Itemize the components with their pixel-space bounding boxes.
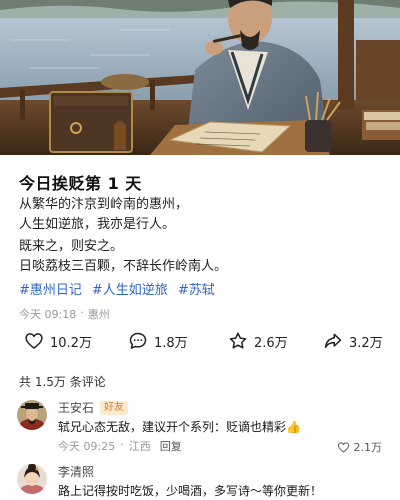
hashtag-link[interactable]: #苏轼 (178, 279, 215, 298)
comment-button[interactable]: 1.8万 (128, 331, 188, 351)
comment-like-count: 2.1万 (353, 441, 383, 454)
post-line: 从繁华的汴京到岭南的惠州， (19, 197, 189, 212)
hashtag-list: #惠州日记 #人生如逆旅 #苏轼 (19, 279, 215, 298)
comment-location: 江西 (128, 440, 151, 453)
avatar[interactable] (17, 464, 47, 494)
post-title: 今日挨贬第 1 天 (19, 174, 142, 193)
post-image[interactable] (0, 0, 400, 155)
comment-text: 轼兄心态无敌，建议开个系列：贬谪也精彩👍 (58, 420, 301, 434)
post-line: 日啖荔枝三百颗，不辞长作岭南人。 (19, 259, 228, 274)
avatar[interactable] (17, 400, 47, 430)
favorite-count: 2.6万 (254, 335, 288, 351)
post-paragraph-1: 从繁华的汴京到岭南的惠州， 人生如逆旅，我亦是行人。 (19, 195, 188, 235)
share-count: 3.2万 (349, 335, 383, 351)
post-location: 惠州 (87, 308, 110, 321)
favorite-button[interactable]: 2.6万 (228, 331, 288, 351)
comment-author: 李清照 (58, 463, 94, 480)
meta-separator: · (80, 306, 84, 319)
hashtag-link[interactable]: #人生如逆旅 (92, 279, 168, 298)
heart-icon (25, 333, 43, 349)
post-meta: 今天 09:18 · 惠州 (19, 306, 110, 322)
comment-author: 王安石 好友 (58, 399, 129, 416)
like-button[interactable]: 10.2万 (24, 331, 92, 351)
comment-like-button[interactable]: 2.1万 (337, 439, 383, 455)
share-arrow-icon (324, 333, 342, 348)
post-line: 既来之，则安之。 (19, 239, 124, 254)
reply-button[interactable]: 回复 (160, 438, 182, 454)
share-button[interactable]: 3.2万 (323, 331, 383, 351)
chat-bubble-icon (129, 332, 147, 349)
hashtag-link[interactable]: #惠州日记 (19, 279, 82, 298)
commenter-name[interactable]: 王安石 (58, 399, 94, 416)
commenter-name[interactable]: 李清照 (58, 463, 94, 480)
post-line: 人生如逆旅，我亦是行人。 (19, 217, 176, 232)
comment-time: 今天 09:25 (58, 440, 116, 453)
meta-separator: · (120, 438, 124, 451)
comment-count: 1.8万 (154, 335, 188, 351)
like-count: 10.2万 (50, 335, 92, 351)
heart-icon (337, 441, 349, 453)
post-paragraph-2: 既来之，则安之。 日啖荔枝三百颗，不辞长作岭南人。 (19, 237, 227, 277)
comment-meta: 今天 09:25 · 江西 回复 (58, 438, 182, 454)
comments-header: 共 1.5万 条评论 (19, 375, 106, 389)
friend-badge: 好友 (100, 400, 129, 415)
star-icon (229, 332, 247, 349)
post-time: 今天 09:18 (19, 308, 77, 321)
comment-text: 路上记得按时吃饭，少喝酒，多写诗～等你更新！ (58, 484, 323, 498)
action-bar: 10.2万 1.8万 2.6万 3.2万 (0, 331, 400, 357)
